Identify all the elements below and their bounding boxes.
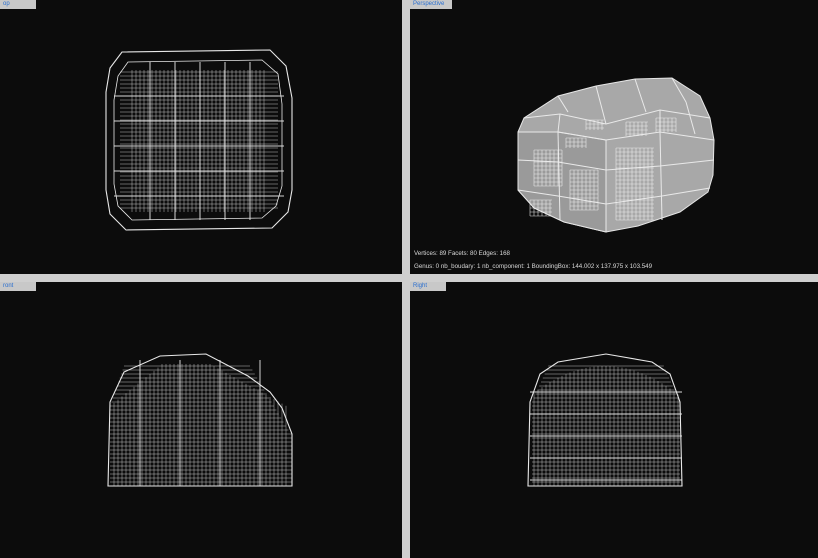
viewport-label-right[interactable]: Right bbox=[410, 282, 446, 291]
viewport-label-perspective[interactable]: Perspective bbox=[410, 0, 452, 9]
mesh-stats-line2: Genus: 0 nb_boudary: 1 nb_component: 1 B… bbox=[414, 263, 653, 270]
perspective-solid-mesh bbox=[517, 77, 715, 233]
viewport-label-top[interactable]: op bbox=[0, 0, 36, 9]
top-wireframe-mesh bbox=[105, 49, 293, 231]
viewport-front[interactable]: ront bbox=[0, 282, 402, 558]
right-wireframe-mesh bbox=[527, 353, 683, 487]
mesh-stats-line1: Vertices: 89 Facets: 80 Edges: 168 bbox=[414, 250, 510, 257]
front-wireframe-mesh bbox=[107, 353, 293, 487]
viewport-top[interactable]: op bbox=[0, 0, 402, 274]
viewport-label-front[interactable]: ront bbox=[0, 282, 36, 291]
viewport-right[interactable]: Right bbox=[410, 282, 818, 558]
viewport-perspective[interactable]: Perspective Vertices: 89 Facets: 80 Edge… bbox=[410, 0, 818, 274]
